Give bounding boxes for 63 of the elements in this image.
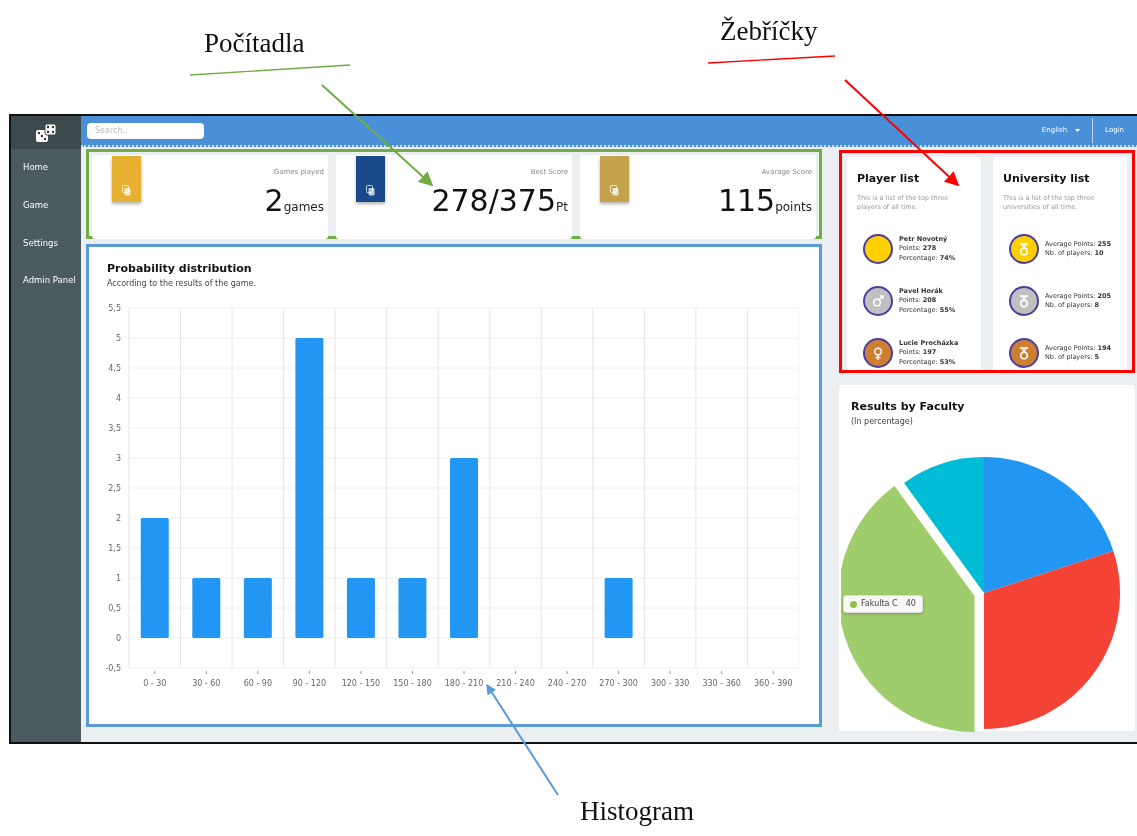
tooltip-label: Fakulta C bbox=[861, 598, 898, 610]
counter-value: 2 bbox=[264, 185, 284, 216]
tick-label: 0 bbox=[115, 633, 121, 643]
axis-label: 60 - 90 bbox=[243, 678, 272, 688]
medal-icon bbox=[1019, 294, 1029, 308]
tick-label: 3 bbox=[115, 453, 121, 463]
tick-label: 2 bbox=[115, 513, 121, 523]
sidebar-item[interactable]: Settings bbox=[11, 226, 81, 265]
axis-label: 90 - 120 bbox=[292, 678, 327, 688]
copy-icon bbox=[610, 185, 619, 196]
counter-value: 278/375 bbox=[431, 185, 557, 216]
axis-label: 330 - 360 bbox=[702, 678, 741, 688]
chart-title: Probability distribution bbox=[107, 261, 253, 277]
bar bbox=[243, 577, 272, 638]
male-icon bbox=[872, 295, 884, 307]
counter-unit: points bbox=[775, 198, 812, 216]
bar bbox=[604, 577, 633, 638]
copy-icon bbox=[122, 185, 131, 196]
medal-icon bbox=[1019, 346, 1029, 360]
axis-label: 180 - 210 bbox=[444, 678, 484, 688]
card-title: Player list bbox=[857, 171, 921, 187]
caret-icon bbox=[1075, 129, 1081, 132]
counter-unit: Pt bbox=[556, 198, 568, 216]
counter-value: 115 bbox=[717, 185, 776, 216]
axis-label: 0 - 30 bbox=[143, 678, 167, 688]
search-field[interactable]: Search.. bbox=[87, 122, 204, 139]
tooltip-value: 40 bbox=[905, 598, 916, 610]
tick-label: 1 bbox=[115, 573, 121, 583]
callout-label: Histogram bbox=[580, 796, 694, 828]
axis-label: 300 - 330 bbox=[650, 678, 690, 688]
chart-subtitle: (In percentage) bbox=[851, 415, 914, 428]
axis-label: 360 - 390 bbox=[753, 678, 793, 688]
axis-label: 30 - 60 bbox=[192, 678, 221, 688]
copy-icon bbox=[366, 185, 375, 196]
tick-label: -0,5 bbox=[105, 663, 121, 673]
axis-label: 120 - 150 bbox=[341, 678, 381, 688]
tick-label: 5 bbox=[115, 333, 121, 343]
tick-label: 4,5 bbox=[108, 363, 121, 373]
tick-label: 4 bbox=[115, 393, 121, 403]
sidebar-item[interactable]: Admin Panel bbox=[11, 264, 81, 302]
dice-logo-icon bbox=[35, 122, 57, 143]
tick-label: 2,5 bbox=[108, 483, 121, 493]
female-icon bbox=[873, 346, 883, 360]
tick-label: 0,5 bbox=[108, 603, 121, 613]
tick-label: 1,5 bbox=[108, 543, 121, 553]
tick-label: 3,5 bbox=[108, 423, 121, 433]
axis-label: 150 - 180 bbox=[393, 678, 432, 688]
callout-label: Žebříčky bbox=[720, 16, 818, 48]
card-title: University list bbox=[1003, 171, 1091, 187]
chart-subtitle: According to the results of the game. bbox=[107, 277, 257, 290]
tick-label: 5,5 bbox=[108, 303, 121, 313]
counter-unit: games bbox=[283, 198, 324, 216]
callout-label: Počítadla bbox=[204, 28, 305, 60]
axis-label: 270 - 300 bbox=[599, 678, 638, 688]
sidebar-item[interactable]: Home bbox=[11, 151, 81, 189]
medal-icon bbox=[1019, 242, 1029, 256]
axis-label: 210 - 240 bbox=[496, 678, 535, 688]
axis-label: 240 - 270 bbox=[547, 678, 587, 688]
bar bbox=[346, 577, 375, 638]
bar bbox=[398, 577, 427, 638]
bar bbox=[192, 577, 221, 638]
sidebar-item[interactable]: Game bbox=[11, 188, 81, 227]
chart-title: Results by Faculty bbox=[851, 399, 966, 415]
